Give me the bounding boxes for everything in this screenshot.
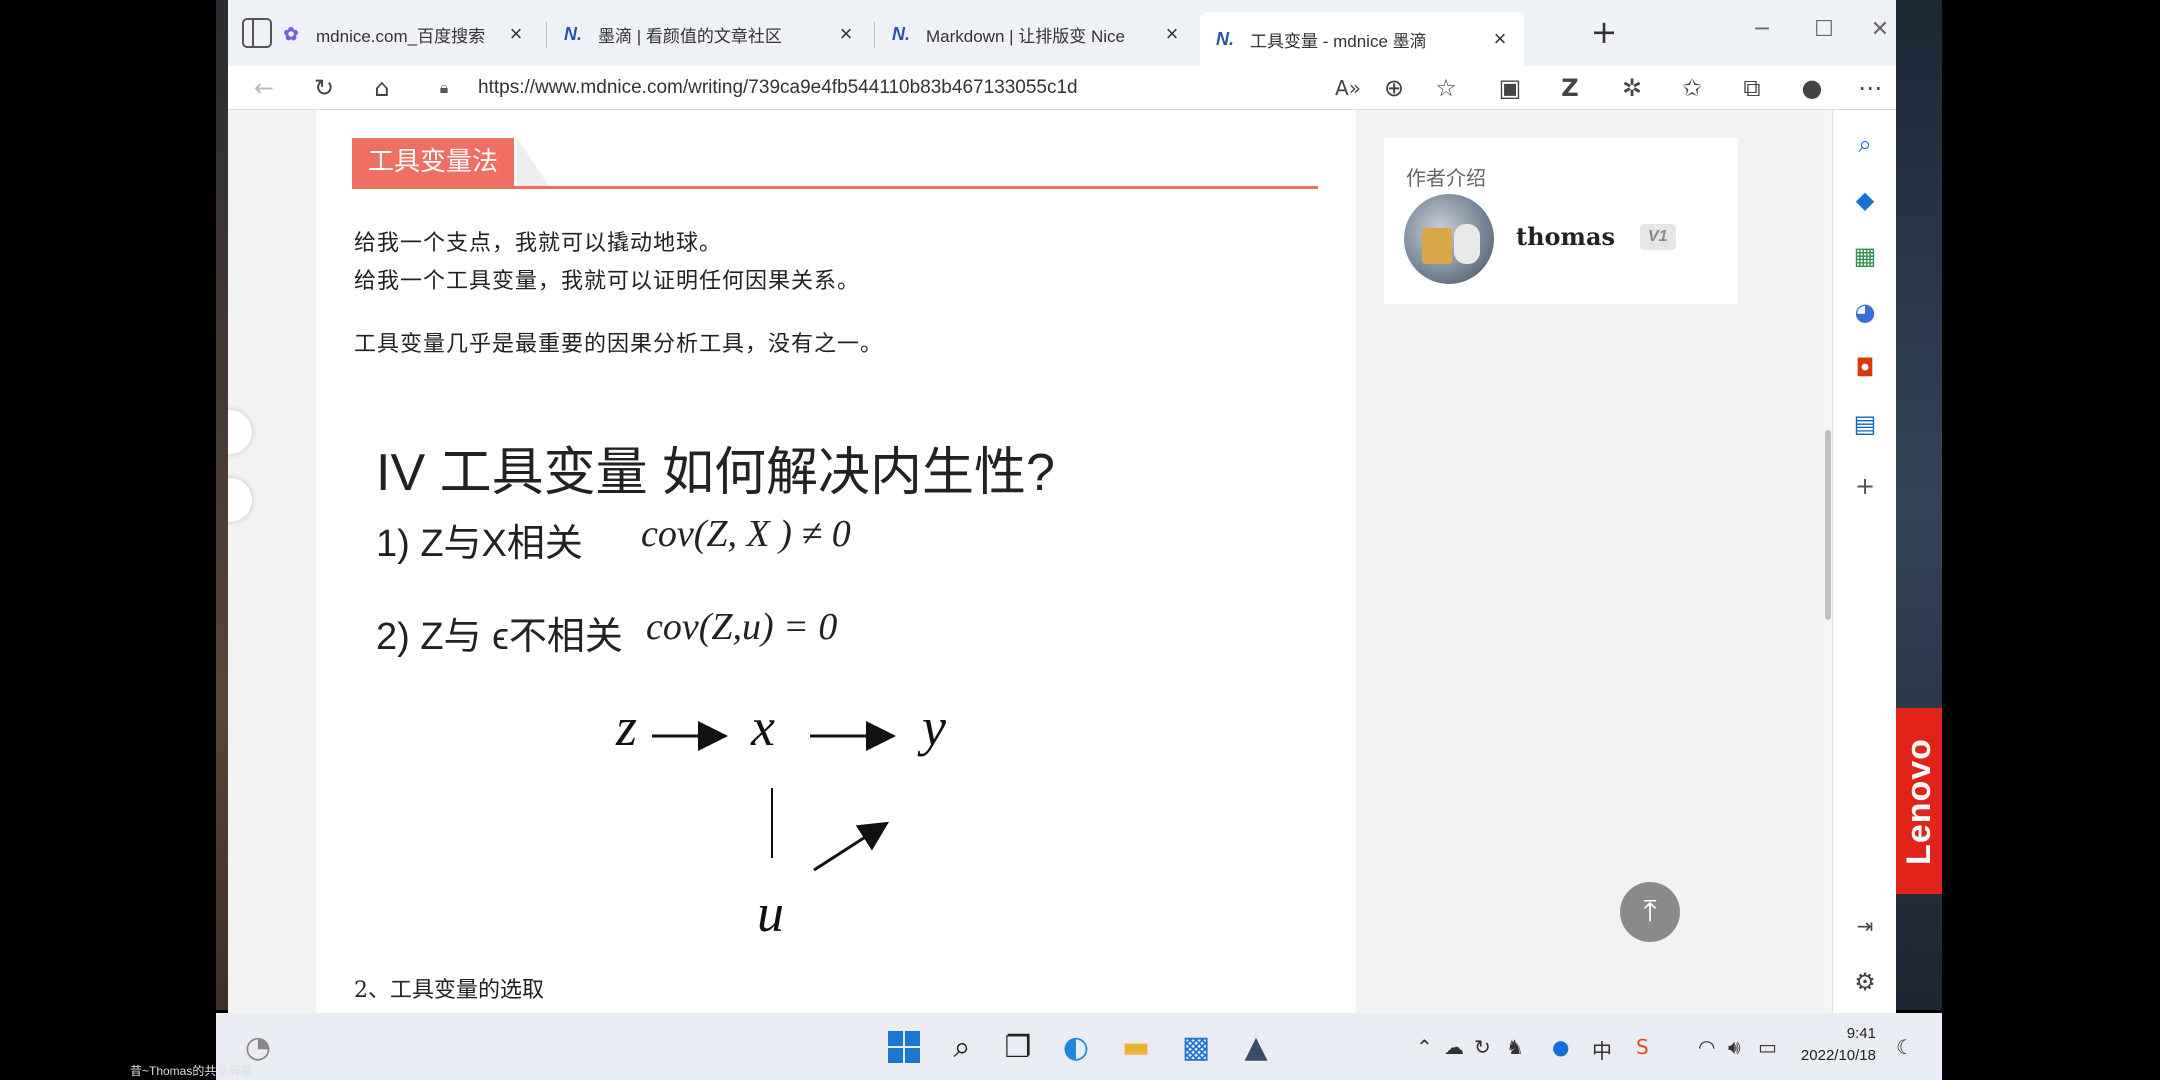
clock-time: 9:41 <box>1846 1025 1876 1042</box>
more-menu-icon[interactable]: ⋯ <box>1850 68 1890 108</box>
sync-icon[interactable]: ↻ <box>1474 1035 1491 1059</box>
task-view-icon[interactable]: ❐ <box>998 1027 1038 1067</box>
add-favorite-icon[interactable]: ☆ <box>1426 68 1466 108</box>
edge-sidebar: ⌕ ◆ ▦ ◕ ◘ ▤ + ⇥ ⚙ <box>1832 110 1896 1013</box>
wifi-icon[interactable]: ◠ <box>1698 1035 1715 1059</box>
zoom-icon[interactable]: ⊕ <box>1374 68 1414 108</box>
tab-active-iv[interactable]: N. 工具变量 - mdnice 墨滴 × <box>1200 12 1524 66</box>
scrollbar-thumb[interactable] <box>1825 430 1831 620</box>
office-icon[interactable]: ◘ <box>1845 348 1885 388</box>
new-tab-button[interactable]: + <box>1586 14 1622 50</box>
author-name[interactable]: thomas <box>1516 222 1615 251</box>
close-icon[interactable]: × <box>1162 21 1182 47</box>
sub-heading: 2、工具变量的选取 <box>354 978 544 1003</box>
section-badge: 工具变量法 <box>352 138 515 186</box>
sogou-icon[interactable]: S <box>1636 1035 1649 1059</box>
ime-indicator[interactable]: 中 <box>1592 1035 1612 1064</box>
mdnice-n-icon: N. <box>1216 28 1234 49</box>
desktop-wallpaper-left <box>216 0 228 1010</box>
microphone-icon[interactable]: ● <box>1552 1035 1569 1059</box>
z-extension-icon[interactable]: Z <box>1550 68 1590 108</box>
windows-logo-icon <box>888 1031 920 1063</box>
home-button[interactable]: ⌂ <box>362 68 402 108</box>
paragraph-line: 工具变量几乎是最重要的因果分析工具，没有之一。 <box>354 332 884 357</box>
edge-icon[interactable]: ◐ <box>1056 1027 1096 1067</box>
iv-figure: IV 工具变量 如何解决内生性? 1) Z与X相关 cov(Z, X ) ≠ 0… <box>354 400 1294 980</box>
start-button[interactable] <box>884 1027 924 1067</box>
add-icon[interactable]: + <box>1845 466 1885 506</box>
hide-sidebar-icon[interactable]: ⇥ <box>1845 906 1885 946</box>
tab-baidu[interactable]: ✿ mdnice.com_百度搜索 × <box>266 12 540 56</box>
browser-window: ✿ mdnice.com_百度搜索 × N. 墨滴 | 看颜值的文章社区 × N… <box>228 0 1896 1013</box>
author-card: 作者介绍 thomas V1 <box>1384 138 1738 304</box>
mdnice-n-icon: N. <box>892 23 910 44</box>
people-icon[interactable]: ◕ <box>1845 292 1885 332</box>
arrow-u-to-y <box>813 821 890 872</box>
tools-icon[interactable]: ▦ <box>1845 236 1885 276</box>
photos-icon[interactable]: ▩ <box>1176 1027 1216 1067</box>
paragraph-line: 给我一个支点，我就可以撬动地球。 <box>354 231 723 256</box>
avatar[interactable] <box>1404 194 1494 284</box>
section-header: 工具变量法 <box>352 138 1318 200</box>
mdnice-n-icon: N. <box>564 23 582 44</box>
app-graduation-icon[interactable]: ▲ <box>1236 1027 1276 1067</box>
section-rule <box>352 186 1318 189</box>
like-button[interactable] <box>228 410 252 454</box>
chevron-up-icon[interactable]: ⌃ <box>1416 1035 1433 1059</box>
maximize-button[interactable]: ☐ <box>1804 10 1844 50</box>
browser-toolbar: ← ↻ ⌂ 🔒︎ https://www.mdnice.com/writing/… <box>228 66 1896 110</box>
settings-gear-icon[interactable]: ⚙ <box>1845 962 1885 1002</box>
favorites-icon[interactable]: ✩ <box>1672 68 1712 108</box>
battery-icon[interactable]: ▭ <box>1758 1035 1777 1059</box>
search-icon[interactable]: ⌕ <box>942 1027 982 1067</box>
close-window-button[interactable]: ✕ <box>1866 10 1894 50</box>
mouse-cursor <box>886 390 896 400</box>
tab-markdown-nice[interactable]: N. Markdown | 让排版变 Nice × <box>876 12 1196 56</box>
clock-date: 2022/10/18 <box>1800 1047 1876 1064</box>
level-badge: V1 <box>1640 224 1676 250</box>
close-icon[interactable]: × <box>836 21 856 47</box>
tab-bar: ✿ mdnice.com_百度搜索 × N. 墨滴 | 看颜值的文章社区 × N… <box>228 0 1896 66</box>
baidu-paw-icon: ✿ <box>283 23 299 44</box>
lenovo-logo: Lenovo <box>1896 708 1942 894</box>
page-content: 工具变量法 给我一个支点，我就可以撬动地球。 给我一个工具变量，我就可以证明任何… <box>228 110 1832 1013</box>
paragraph-line: 给我一个工具变量，我就可以证明任何因果关系。 <box>354 269 861 294</box>
outlook-icon[interactable]: ▤ <box>1845 404 1885 444</box>
screen-share-caption: 昔~Thomas的共享屏幕 <box>130 1064 253 1078</box>
profile-icon[interactable]: ● <box>1792 68 1832 108</box>
comment-button[interactable] <box>228 478 252 522</box>
volume-icon[interactable]: 🔊︎ <box>1728 1035 1741 1059</box>
extension-icon[interactable]: ▣ <box>1490 68 1530 108</box>
lock-icon[interactable]: 🔒︎ <box>424 78 464 98</box>
close-icon[interactable]: × <box>506 21 526 47</box>
author-card-label: 作者介绍 <box>1406 166 1486 190</box>
widgets-icon[interactable]: ◔ <box>238 1027 278 1067</box>
desktop: Lenovo ✿ mdnice.com_百度搜索 × N. 墨滴 | 看颜值的文… <box>0 0 2160 1080</box>
collections-icon[interactable]: ⧉ <box>1732 68 1772 108</box>
address-bar[interactable]: 🔒︎ https://www.mdnice.com/writing/739ca9… <box>424 68 1434 108</box>
cloud-icon[interactable]: ☁ <box>1444 1035 1464 1059</box>
extensions-puzzle-icon[interactable]: ✲ <box>1612 68 1652 108</box>
back-button[interactable]: ← <box>244 68 284 108</box>
windows-taskbar: ◔ ⌕ ❐ ◐ ▬ ▩ ▲ ⌃ ☁ ↻ ♞ ● 中 S ◠ 🔊︎ ▭ 9:41 … <box>216 1013 1942 1080</box>
tab-mdnice-community[interactable]: N. 墨滴 | 看颜值的文章社区 × <box>548 12 870 56</box>
minimize-button[interactable]: ─ <box>1742 10 1782 50</box>
qq-icon[interactable]: ♞ <box>1506 1035 1524 1059</box>
search-icon[interactable]: ⌕ <box>1845 124 1885 164</box>
refresh-button[interactable]: ↻ <box>304 68 344 108</box>
clock[interactable]: 9:41 2022/10/18 <box>1786 1023 1876 1067</box>
back-to-top-button[interactable]: ⤒ <box>1620 882 1680 942</box>
article-body: 工具变量法 给我一个支点，我就可以撬动地球。 给我一个工具变量，我就可以证明任何… <box>316 110 1356 1013</box>
file-explorer-icon[interactable]: ▬ <box>1116 1027 1156 1067</box>
shopping-tag-icon[interactable]: ◆ <box>1845 180 1885 220</box>
page-scrollbar[interactable] <box>1824 110 1832 1013</box>
moon-icon[interactable]: ☾ <box>1896 1035 1914 1059</box>
read-aloud-icon[interactable]: A» <box>1328 68 1368 108</box>
causal-arrows <box>652 721 896 872</box>
close-icon[interactable]: × <box>1490 26 1510 52</box>
